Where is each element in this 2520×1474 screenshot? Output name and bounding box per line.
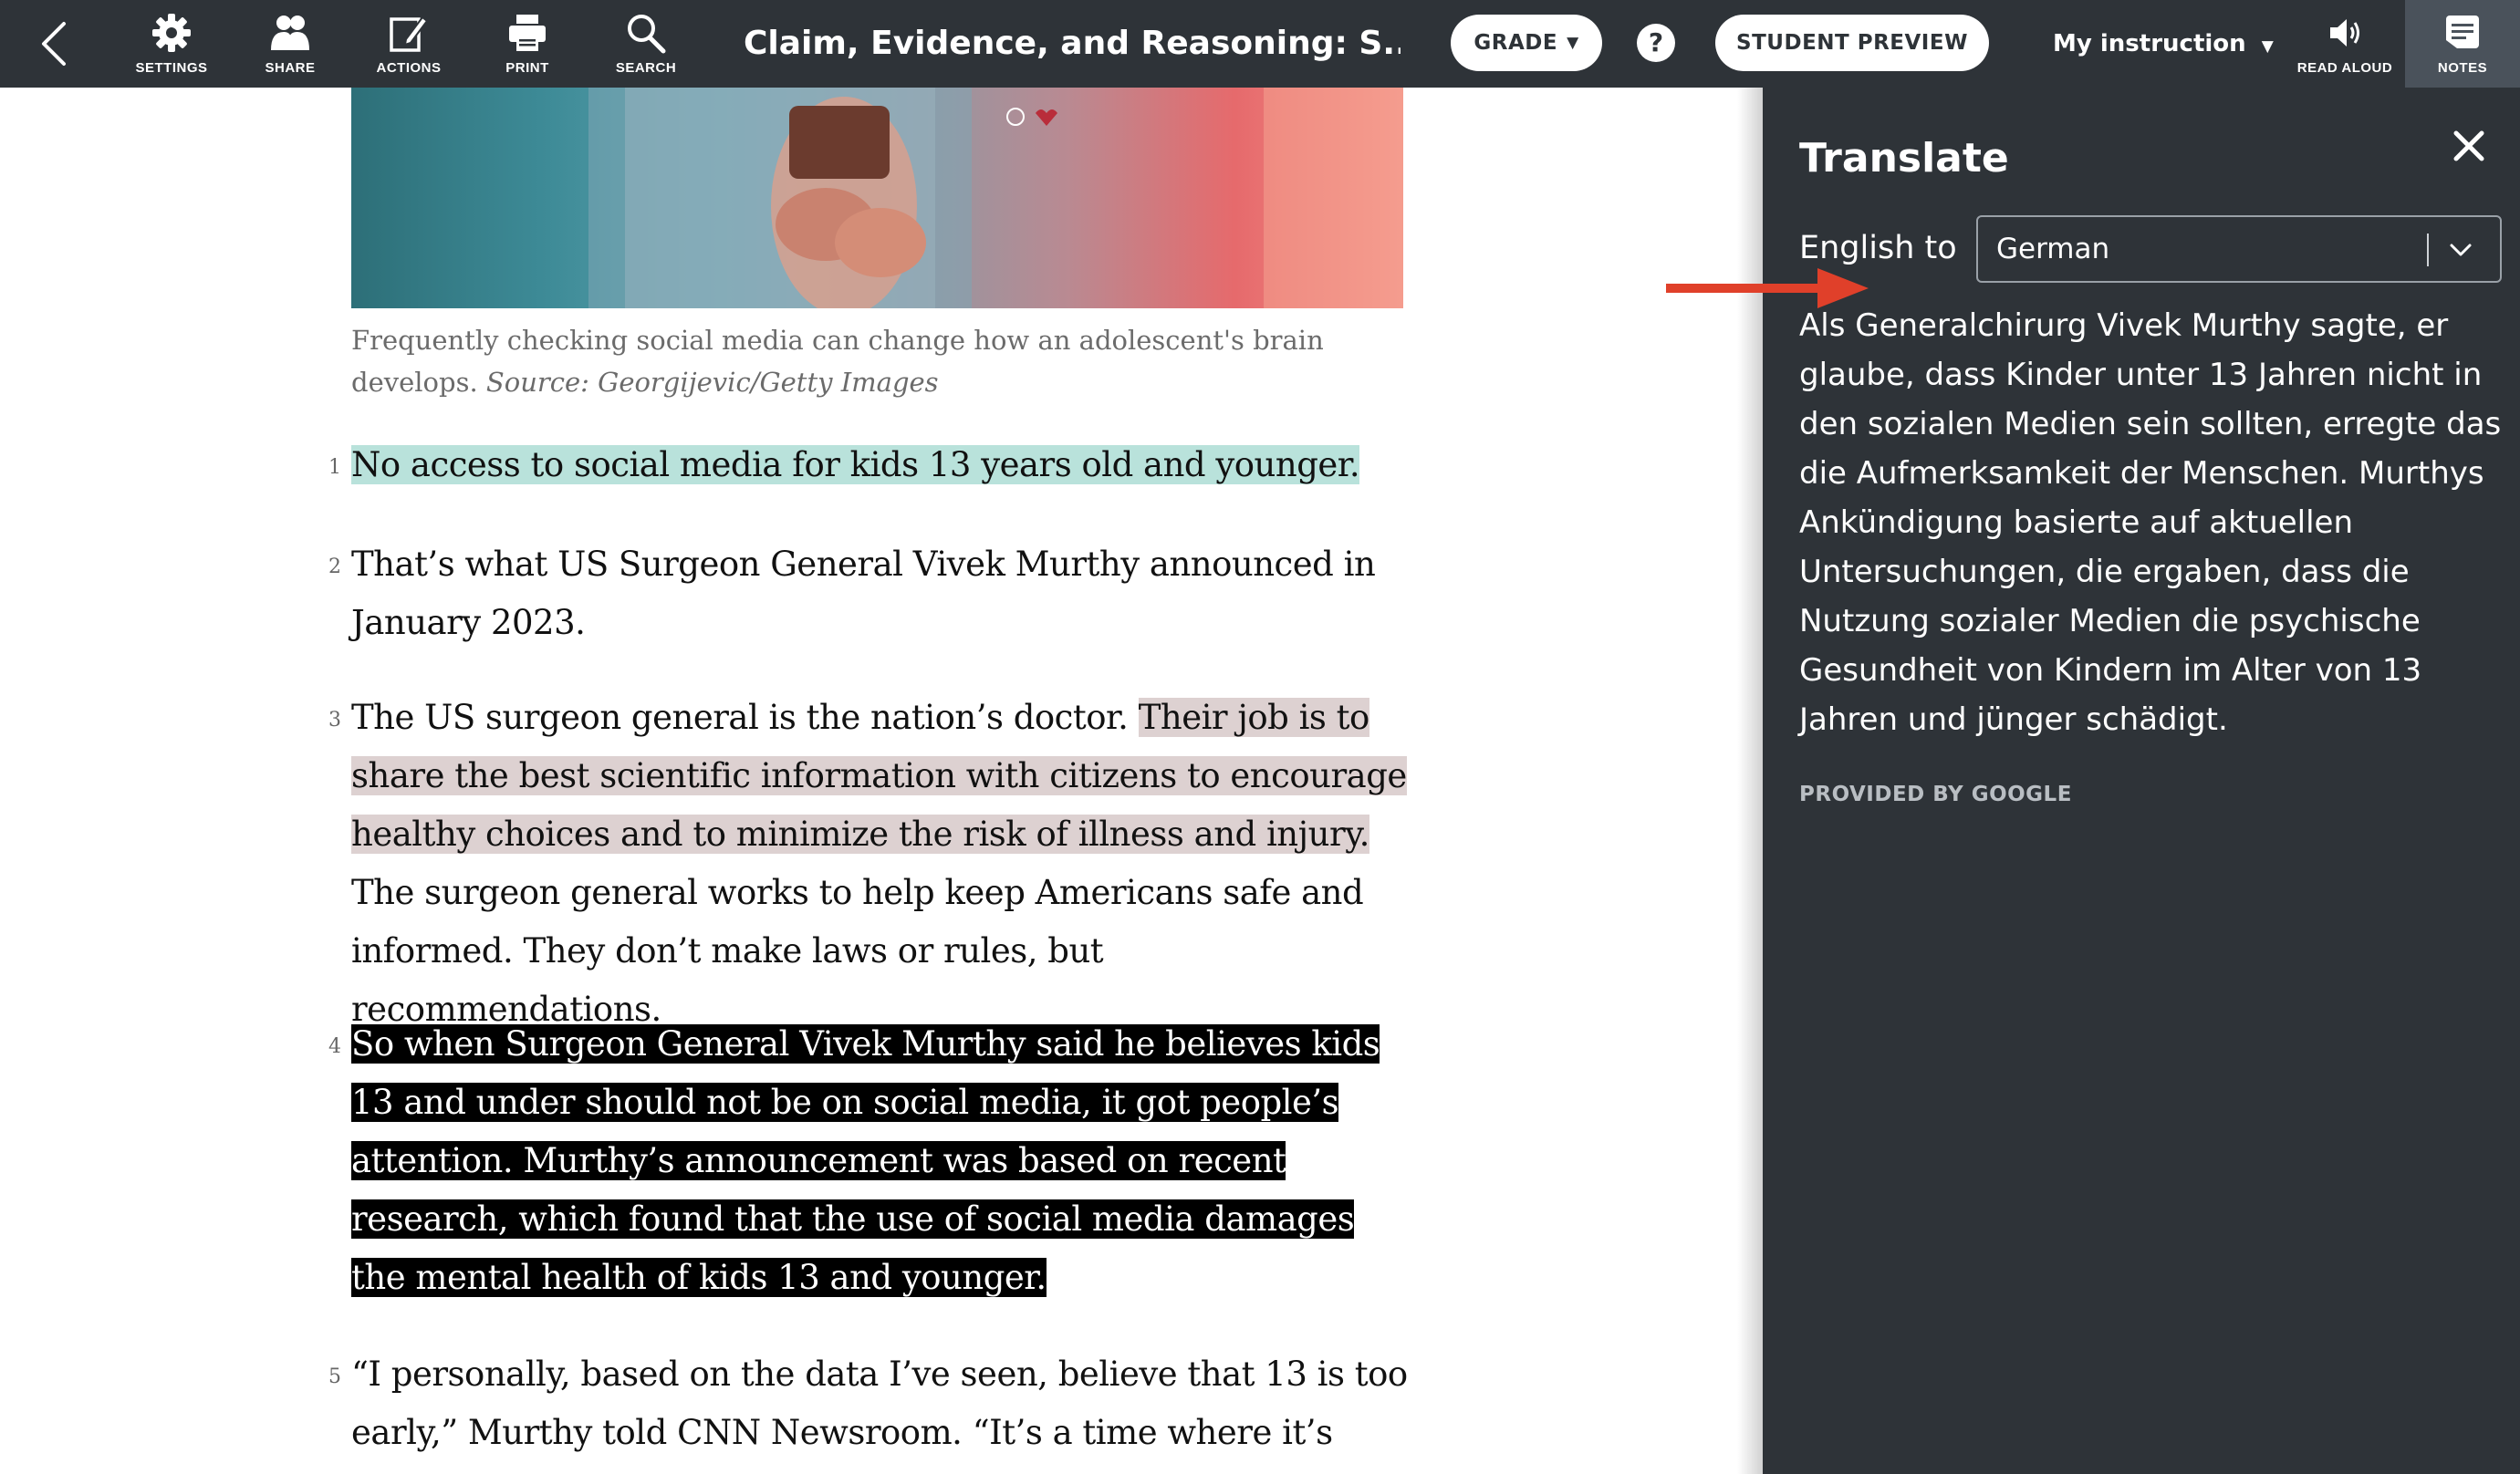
paragraph-number: 5 [328, 1365, 341, 1388]
printer-icon [509, 15, 546, 51]
caret-down-icon: ▼ [2261, 37, 2274, 56]
print-button[interactable]: PRINT [473, 0, 582, 88]
translation-text: Als Generalchirurg Vivek Murthy sagte, e… [1799, 307, 2502, 738]
image-source: Source: Georgijevic/Getty Images [485, 367, 939, 398]
paragraph-text: “I personally, based on the data I’ve se… [351, 1355, 1408, 1474]
paragraph-text: The US surgeon general is the nation’s d… [351, 698, 1139, 737]
settings-button[interactable]: SETTINGS [117, 0, 226, 88]
student-preview-button[interactable]: STUDENT PREVIEW [1715, 15, 1989, 71]
paragraph-text-highlighted[interactable]: No access to social media for kids 13 ye… [351, 445, 1360, 484]
search-button[interactable]: SEARCH [591, 0, 701, 88]
paragraph-number: 1 [328, 456, 341, 479]
chevron-down-icon [2450, 244, 2472, 256]
actions-label: ACTIONS [376, 60, 442, 76]
chevron-left-icon [42, 22, 66, 66]
provided-by-google: PROVIDED BY GOOGLE [1799, 783, 2072, 806]
close-button[interactable] [2449, 126, 2489, 166]
help-button[interactable]: ? [1637, 24, 1675, 62]
my-instruction-dropdown[interactable]: My instruction ▼ [2053, 20, 2274, 67]
image-caption: Frequently checking social media can cha… [351, 319, 1355, 403]
panel-title: Translate [1799, 135, 2009, 182]
paragraph-2[interactable]: 2 That’s what US Surgeon General Vivek M… [328, 535, 1410, 652]
back-button[interactable] [36, 16, 73, 71]
notes-button[interactable]: NOTES [2405, 0, 2520, 88]
caret-down-icon: ▼ [1567, 34, 1579, 52]
paragraph-text-selected[interactable]: So when Surgeon General Vivek Murthy sai… [351, 1024, 1380, 1297]
read-aloud-button[interactable]: READ ALOUD [2288, 0, 2401, 88]
read-aloud-label: READ ALOUD [2296, 60, 2393, 76]
translate-panel: Translate English to German Als Generalc… [1666, 88, 2520, 1474]
share-label: SHARE [265, 60, 316, 76]
student-preview-label: STUDENT PREVIEW [1736, 31, 1968, 55]
paragraph-number: 4 [328, 1035, 341, 1058]
settings-label: SETTINGS [135, 60, 208, 76]
paragraph-4[interactable]: 4 So when Surgeon General Vivek Murthy s… [328, 1015, 1410, 1307]
grade-label: GRADE [1473, 31, 1558, 55]
search-icon [628, 15, 666, 54]
article-hero-image [351, 88, 1403, 308]
actions-button[interactable]: ACTIONS [354, 0, 463, 88]
edit-icon [390, 16, 429, 52]
my-instruction-label: My instruction [2053, 30, 2246, 57]
print-label: PRINT [505, 60, 549, 76]
notes-icon [2446, 16, 2479, 48]
notes-label: NOTES [2437, 60, 2488, 76]
close-icon [2453, 130, 2484, 161]
speaker-icon [2330, 19, 2359, 47]
target-language-select[interactable]: German [1976, 215, 2502, 283]
paragraph-5[interactable]: 5 “I personally, based on the data I’ve … [328, 1345, 1410, 1474]
paragraph-1[interactable]: 1 No access to social media for kids 13 … [328, 436, 1410, 494]
grade-dropdown[interactable]: GRADE ▼ [1451, 15, 1602, 71]
gear-icon [152, 14, 191, 52]
lesson-title: Claim, Evidence, and Reasoning: S... [744, 25, 1401, 62]
paragraph-text: That’s what US Surgeon General Vivek Mur… [351, 545, 1376, 642]
paragraph-3[interactable]: 3 The US surgeon general is the nation’s… [328, 689, 1410, 1039]
share-button[interactable]: SHARE [235, 0, 345, 88]
paragraph-number: 3 [328, 709, 341, 732]
top-toolbar: SETTINGS SHARE ACTIONS PRINT SEARCH Clai… [0, 0, 2520, 88]
paragraph-number: 2 [328, 555, 341, 578]
search-label: SEARCH [615, 60, 677, 76]
target-language-value: German [1996, 233, 2110, 265]
select-divider [2427, 234, 2429, 266]
hero-illustration [588, 88, 1403, 308]
paragraph-text: The surgeon general works to help keep A… [351, 873, 1364, 1029]
people-icon [271, 16, 309, 50]
